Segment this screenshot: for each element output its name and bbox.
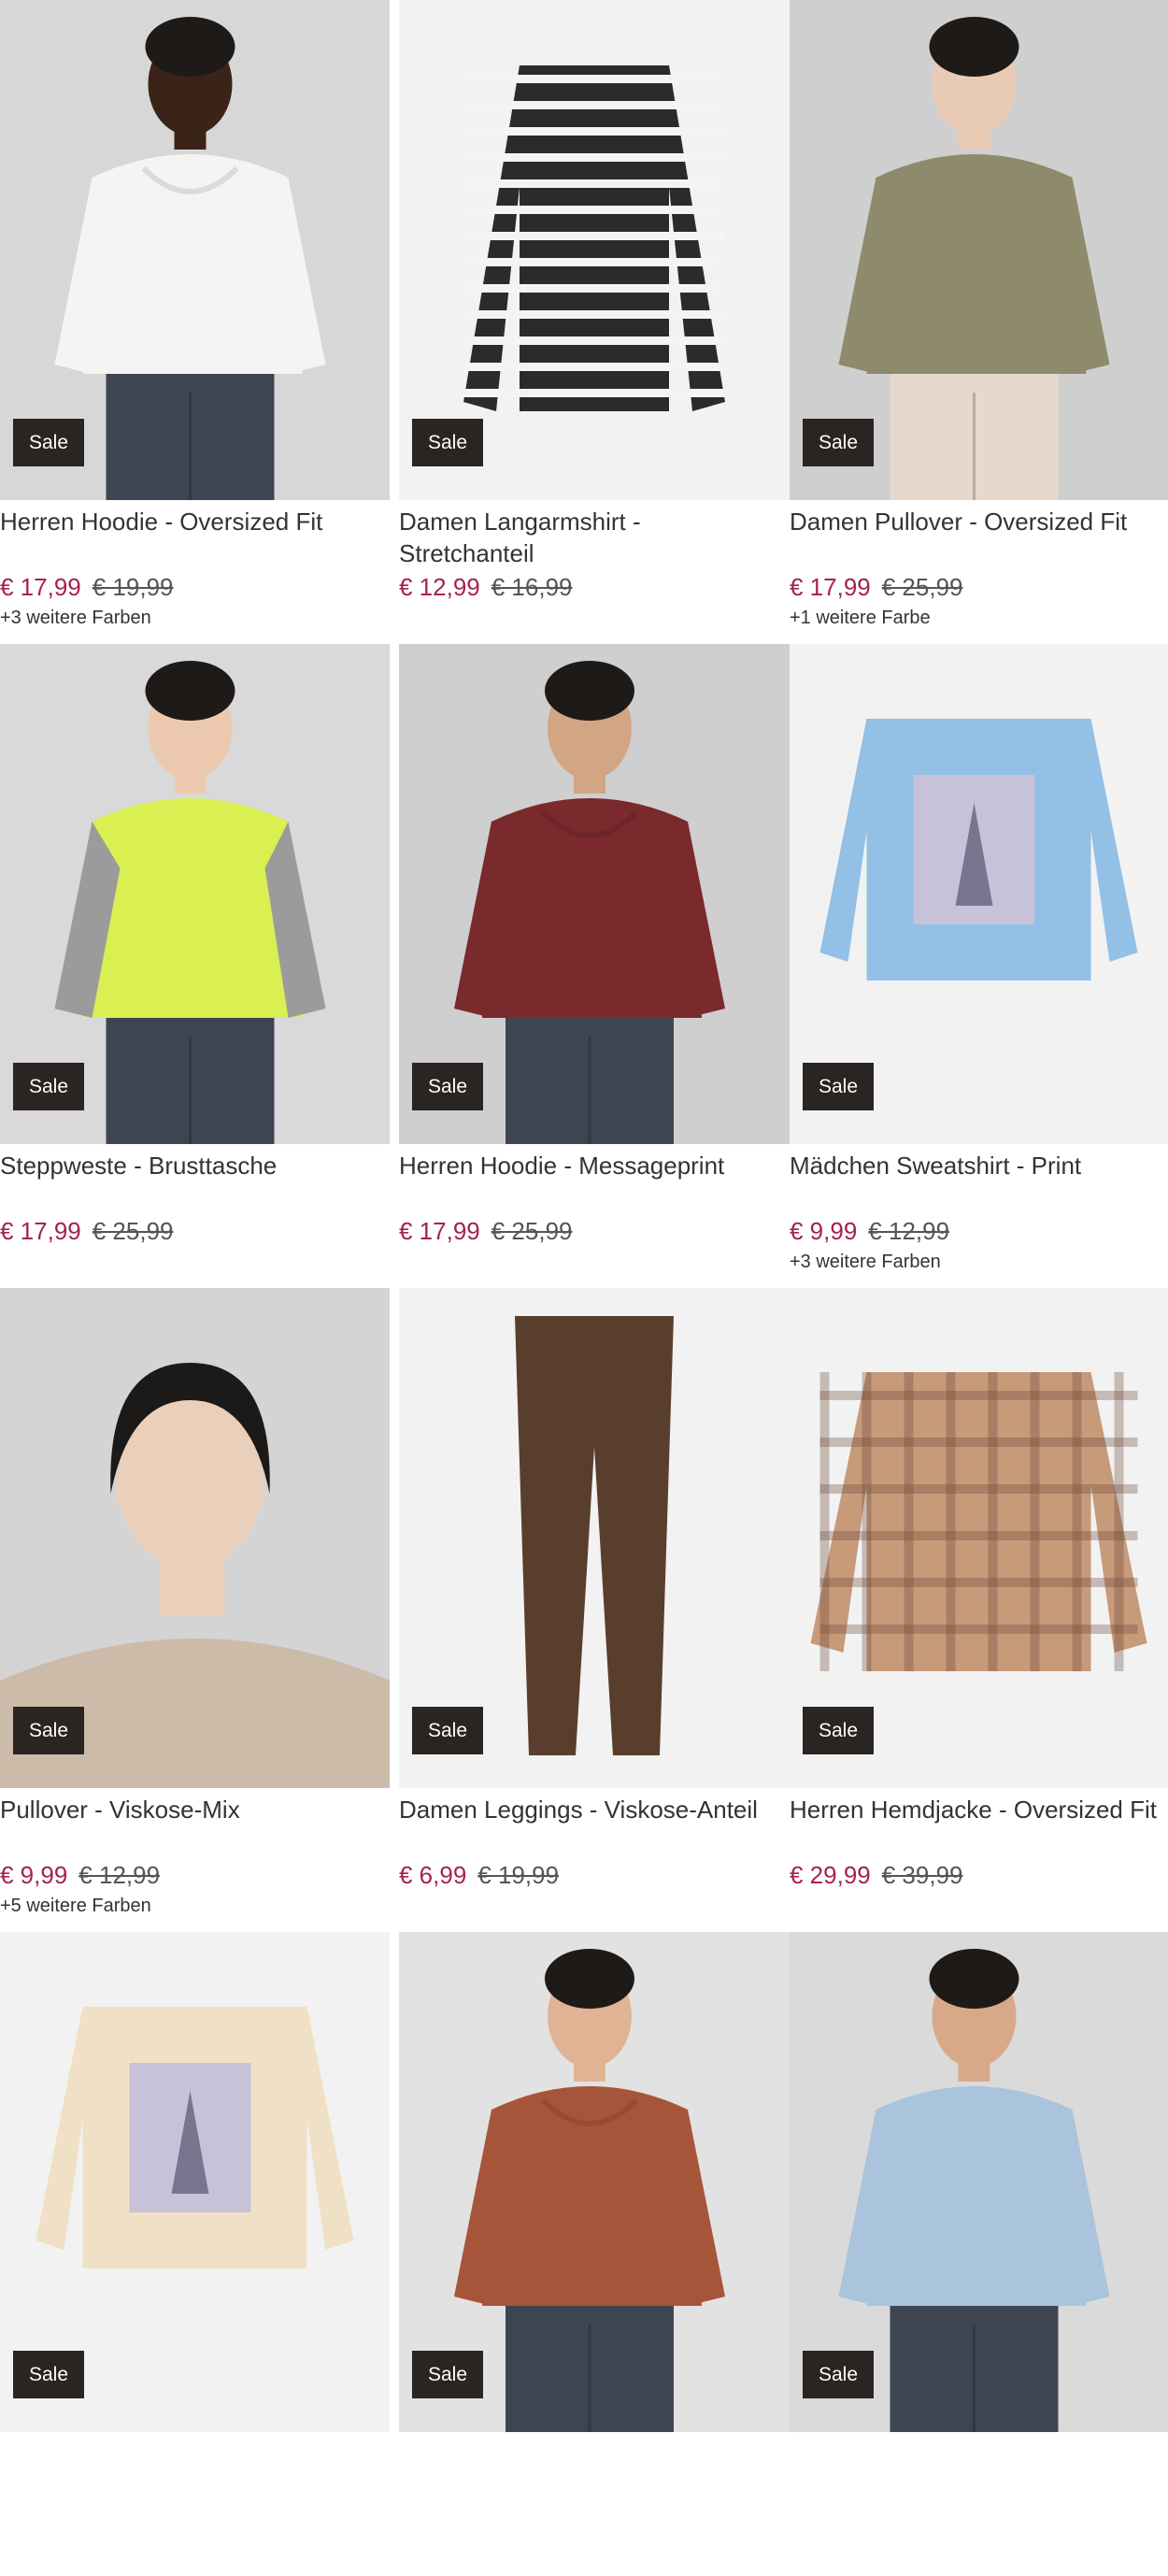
product-image[interactable]: Sale [790, 1932, 1168, 2432]
product-image[interactable]: Sale [0, 0, 390, 500]
original-price: € 25,99 [882, 573, 963, 601]
original-price: € 12,99 [868, 1217, 949, 1245]
product-title[interactable]: Mädchen Sweatshirt - Print [790, 1150, 1168, 1213]
product-card[interactable]: Sale Damen Pullover - Oversized Fit € 17,… [780, 0, 1168, 644]
product-card[interactable]: Sale [780, 1932, 1168, 2576]
original-price: € 25,99 [491, 1217, 573, 1245]
product-title[interactable]: Herren Hemdjacke - Oversized Fit [790, 1794, 1168, 1857]
sale-price: € 9,99 [790, 1217, 857, 1245]
product-card[interactable]: Sale Mädchen Sweatshirt - Print € 9,99 € 1… [780, 644, 1168, 1288]
product-image[interactable]: Sale [790, 0, 1168, 500]
product-card[interactable]: Sale Pullover - Viskose-Mix € 9,99 € 12,99… [0, 1288, 390, 1932]
product-card[interactable]: Sale Steppweste - Brusttasche € 17,99 € 25… [0, 644, 390, 1288]
sale-badge: Sale [803, 419, 874, 466]
product-image[interactable]: Sale [790, 1288, 1168, 1788]
sale-price: € 17,99 [790, 573, 871, 601]
product-title[interactable]: Pullover - Viskose-Mix [0, 1794, 390, 1857]
product-title[interactable]: Damen Langarmshirt - Stretchanteil [399, 506, 780, 569]
product-image[interactable]: Sale [0, 644, 390, 1144]
product-image[interactable]: Sale [0, 1288, 390, 1788]
product-grid: Sale Herren Hoodie - Oversized Fit € 17,9… [0, 0, 1168, 2576]
product-card[interactable]: Sale Herren Hoodie - Messageprint € 17,99… [390, 644, 780, 1288]
sale-price: € 17,99 [0, 573, 81, 601]
sale-badge: Sale [412, 1707, 483, 1754]
sale-price: € 9,99 [0, 1861, 67, 1889]
sale-badge: Sale [803, 1707, 874, 1754]
original-price: € 39,99 [882, 1861, 963, 1889]
sale-badge: Sale [13, 419, 84, 466]
product-card[interactable]: Sale Damen Langarmshirt - Stretchanteil €… [390, 0, 780, 644]
product-image[interactable]: Sale [0, 1932, 390, 2432]
more-colors-link[interactable]: +5 weitere Farben [0, 1895, 390, 1917]
product-card[interactable]: Sale Damen Leggings - Viskose-Anteil € 6,… [390, 1288, 780, 1932]
original-price: € 19,99 [93, 573, 174, 601]
sale-price: € 6,99 [399, 1861, 466, 1889]
original-price: € 19,99 [477, 1861, 559, 1889]
sale-badge: Sale [13, 1063, 84, 1110]
original-price: € 25,99 [93, 1217, 174, 1245]
product-title[interactable]: Herren Hoodie - Messageprint [399, 1150, 780, 1213]
product-image[interactable]: Sale [399, 0, 790, 500]
product-title[interactable]: Steppweste - Brusttasche [0, 1150, 390, 1213]
product-image[interactable]: Sale [399, 1288, 790, 1788]
product-image[interactable]: Sale [399, 1932, 790, 2432]
more-colors-link[interactable]: +3 weitere Farben [790, 1251, 1168, 1273]
more-colors-link[interactable]: +1 weitere Farbe [790, 607, 1168, 629]
sale-badge: Sale [412, 419, 483, 466]
sale-price: € 29,99 [790, 1861, 871, 1889]
product-title[interactable]: Herren Hoodie - Oversized Fit [0, 506, 390, 569]
sale-badge: Sale [803, 2351, 874, 2398]
product-card[interactable]: Sale [390, 1932, 780, 2576]
original-price: € 16,99 [491, 573, 573, 601]
product-title[interactable]: Damen Leggings - Viskose-Anteil [399, 1794, 780, 1857]
sale-badge: Sale [412, 2351, 483, 2398]
sale-badge: Sale [803, 1063, 874, 1110]
product-image[interactable]: Sale [399, 644, 790, 1144]
sale-price: € 17,99 [399, 1217, 480, 1245]
sale-price: € 12,99 [399, 573, 480, 601]
product-card[interactable]: Sale [0, 1932, 390, 2576]
sale-badge: Sale [13, 2351, 84, 2398]
product-image[interactable]: Sale [790, 644, 1168, 1144]
product-card[interactable]: Sale Herren Hoodie - Oversized Fit € 17,9… [0, 0, 390, 644]
product-title[interactable]: Damen Pullover - Oversized Fit [790, 506, 1168, 569]
sale-badge: Sale [412, 1063, 483, 1110]
more-colors-link[interactable]: +3 weitere Farben [0, 607, 390, 629]
sale-badge: Sale [13, 1707, 84, 1754]
product-card[interactable]: Sale Herren Hemdjacke - Oversized Fit € 2… [780, 1288, 1168, 1932]
sale-price: € 17,99 [0, 1217, 81, 1245]
original-price: € 12,99 [78, 1861, 160, 1889]
